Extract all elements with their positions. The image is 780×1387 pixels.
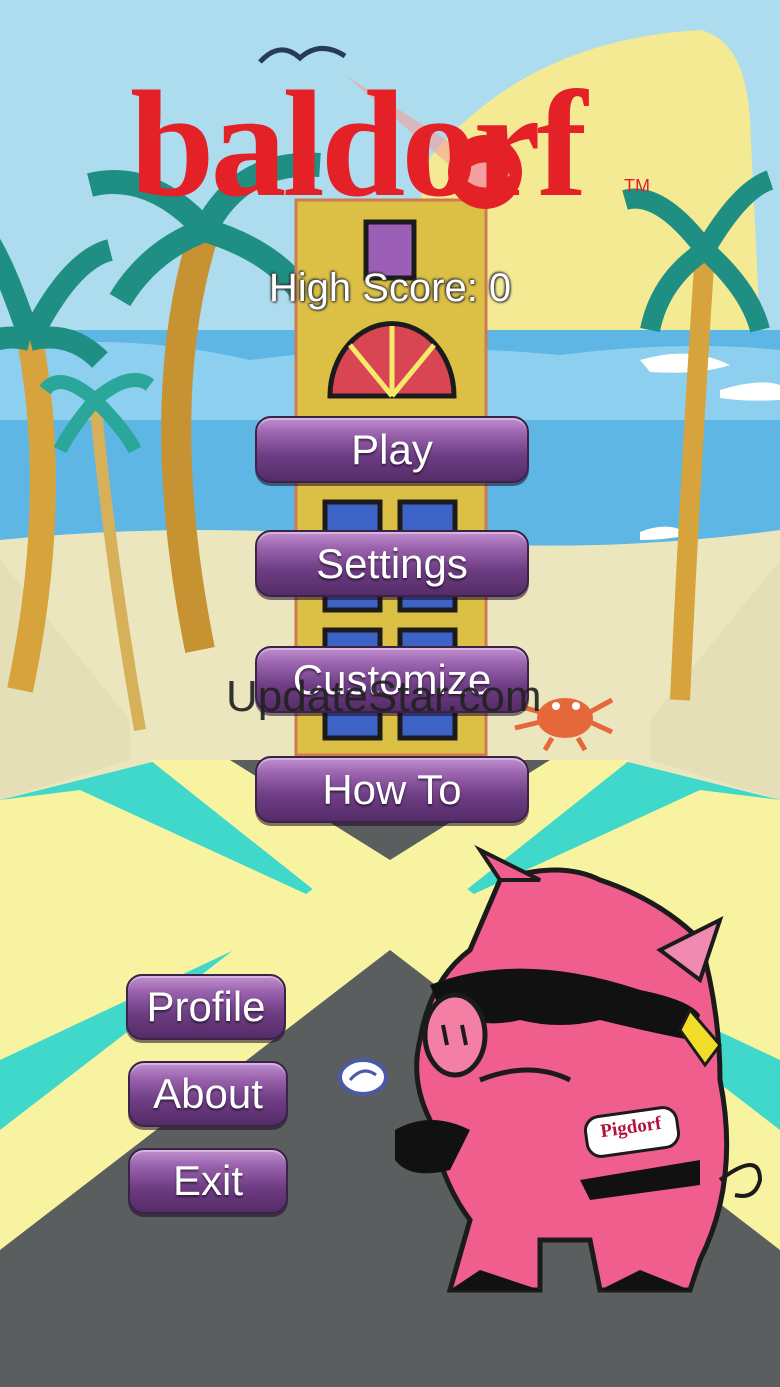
watermark-text: UpdateStar.com [226,672,542,721]
coin-icon [338,1058,388,1096]
app-logo: baldorf [130,60,587,228]
play-button[interactable]: Play [255,416,529,483]
profile-button[interactable]: Profile [126,974,286,1040]
trademark-label: TM [624,176,650,196]
high-score-label: High Score: 0 [268,266,512,310]
settings-button[interactable]: Settings [255,530,529,597]
about-button[interactable]: About [128,1061,288,1127]
exit-button[interactable]: Exit [128,1148,288,1214]
how-to-button[interactable]: How To [255,756,529,823]
